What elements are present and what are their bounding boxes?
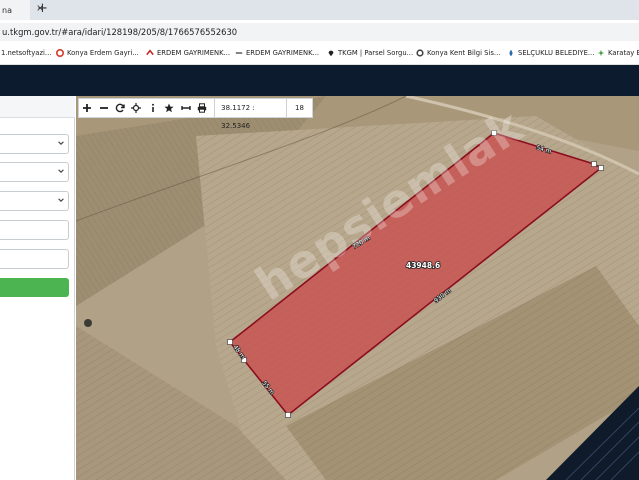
roof-icon — [146, 49, 154, 56]
zoom-level: 18 — [295, 104, 304, 112]
province-select[interactable] — [0, 134, 69, 154]
crosshair-icon[interactable] — [128, 99, 144, 117]
bookmark-label: 1.netsoftyazi... — [1, 49, 52, 57]
bookmark-erdem-1[interactable]: ERDEM GAYRIMENK... — [146, 49, 230, 57]
parcel-area-label: 43948.6 — [406, 261, 440, 270]
gear-icon — [416, 49, 424, 57]
satellite-map[interactable]: 43948.6 720 m 54 m 930 m 55 m 48 m hepsi… — [76, 96, 639, 480]
search-panel — [0, 96, 75, 480]
satellite-imagery: 43948.6 720 m 54 m 930 m 55 m 48 m — [76, 96, 639, 480]
url-field[interactable]: u.tkgm.gov.tr/#ara/idari/128198/205/8/17… — [0, 23, 639, 41]
chevron-down-icon — [58, 198, 64, 202]
bookmark-label: ERDEM GAYRIMENK... — [157, 49, 231, 57]
bookmark-erdem-2[interactable]: ERDEM GAYRIMENK... — [235, 49, 319, 57]
site-navbar — [0, 65, 639, 96]
browser-tab[interactable]: na — [0, 0, 30, 20]
bookmark-label: Karatay B — [608, 49, 639, 57]
tree — [84, 319, 92, 327]
bookmark-label: Konya Kent Bilgi Sis... — [427, 49, 501, 57]
new-tab-icon[interactable]: + — [37, 1, 48, 16]
panel-header — [0, 96, 75, 118]
bookmark-netsoft[interactable]: 1.netsoftyazi... — [1, 49, 51, 57]
bookmark-label: Konya Erdem Gayri... — [67, 49, 139, 57]
browser-tabstrip: na × + — [0, 0, 639, 20]
leaf-icon — [597, 49, 605, 57]
chevron-down-icon — [58, 169, 64, 173]
bookmark-konya-kent[interactable]: Konya Kent Bilgi Sis... — [416, 49, 500, 57]
map-toolbar: 38.1172 : 32.5346 18 — [78, 98, 313, 130]
bookmark-label: TKGM | Parsel Sorgu... — [338, 49, 414, 57]
coordinate-readout: 38.1172 : 32.5346 — [214, 99, 288, 130]
refresh-icon[interactable] — [112, 99, 128, 117]
bookmark-selcuklu[interactable]: SELÇUKLU BELEDIYE... — [507, 49, 594, 57]
bookmark-karatay[interactable]: Karatay B — [597, 49, 639, 57]
bookmarks-bar: 1.netsoftyazi... Konya Erdem Gayri... ER… — [0, 44, 639, 65]
tab-title: na — [2, 6, 12, 15]
pin-icon — [328, 50, 334, 57]
measure-icon[interactable] — [177, 99, 193, 117]
parcel-number-input[interactable] — [0, 249, 69, 269]
bookmark-label: SELÇUKLU BELEDIYE... — [518, 49, 595, 57]
bookmark-label: ERDEM GAYRIMENK... — [246, 49, 320, 57]
g-icon — [56, 49, 64, 57]
star-icon[interactable] — [161, 99, 177, 117]
district-select[interactable] — [0, 162, 69, 182]
chevron-down-icon — [58, 141, 64, 145]
print-icon[interactable] — [194, 99, 210, 117]
block-number-input[interactable] — [0, 220, 69, 240]
bookmark-tkgm[interactable]: TKGM | Parsel Sorgu... — [327, 49, 413, 57]
zoom-in-icon[interactable] — [79, 99, 95, 117]
neighborhood-select[interactable] — [0, 191, 69, 211]
drop-icon — [509, 49, 513, 57]
zoom-out-icon[interactable] — [95, 99, 111, 117]
query-button[interactable] — [0, 278, 69, 297]
bookmark-konya-erdem[interactable]: Konya Erdem Gayri... — [56, 49, 139, 57]
dash-icon — [235, 52, 243, 54]
address-bar: u.tkgm.gov.tr/#ara/idari/128198/205/8/17… — [0, 20, 639, 44]
info-icon[interactable] — [145, 99, 161, 117]
